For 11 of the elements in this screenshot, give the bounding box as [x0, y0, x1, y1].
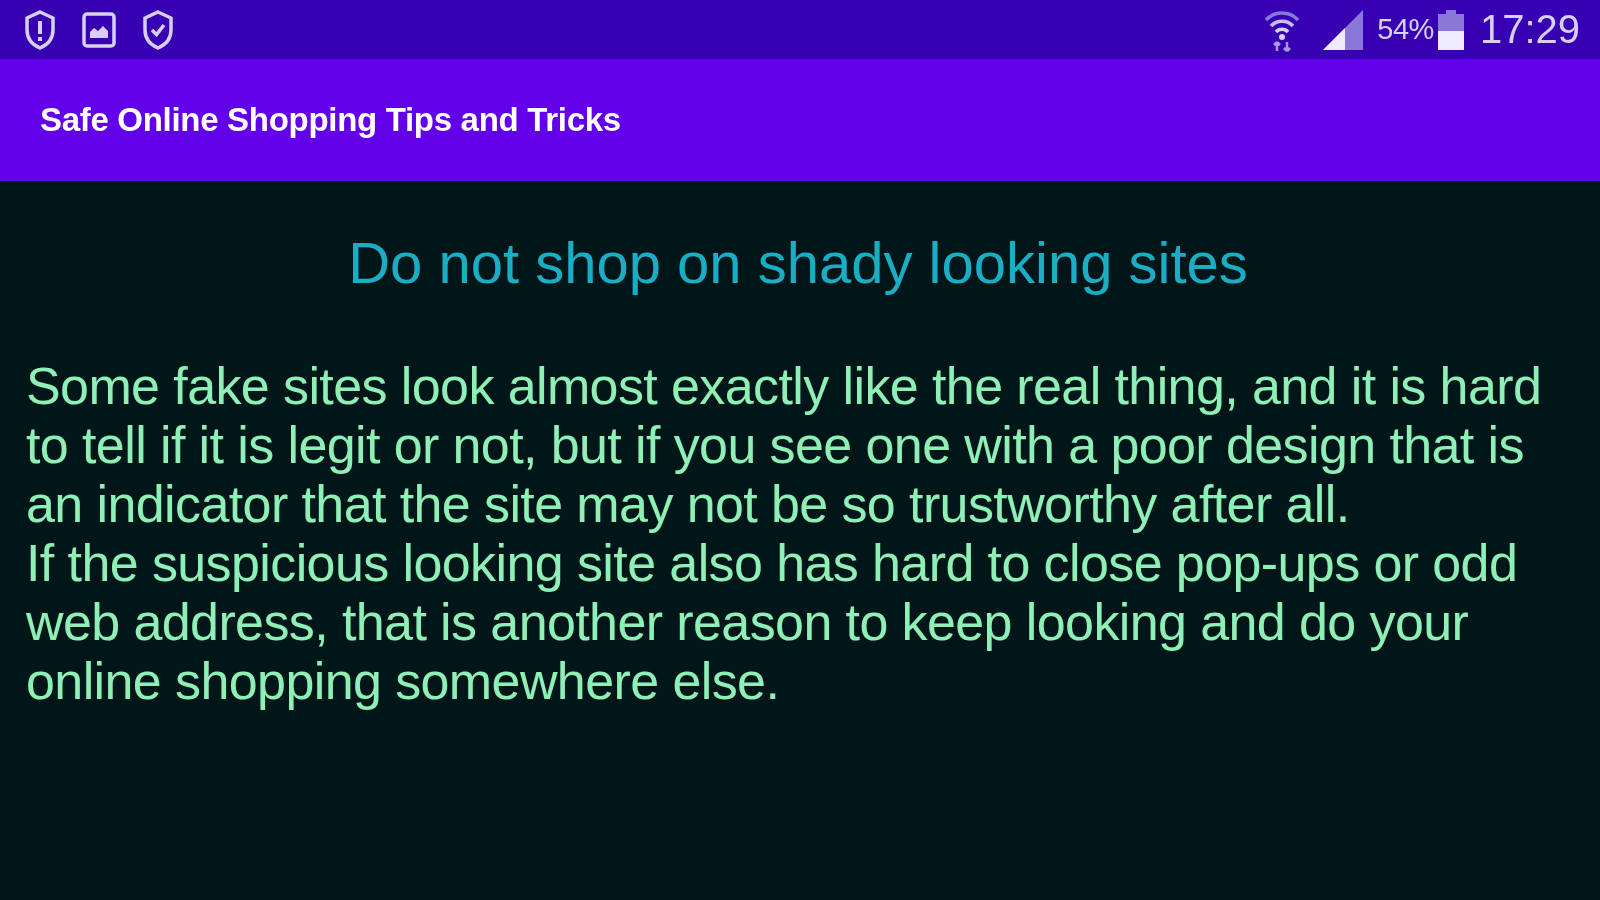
battery-percentage: 54% — [1377, 13, 1434, 46]
tip-paragraph: If the suspicious looking site also has hard to close pop-ups or odd web address, that is another reason to keep looking and do your online shopping somewhere else. — [26, 534, 1519, 711]
clock-time: 17:29 — [1479, 7, 1580, 52]
battery-icon — [1437, 9, 1464, 50]
app-title: Safe Online Shopping Tips and Tricks — [40, 101, 621, 139]
tip-heading: Do not shop on shady looking sites — [347, 229, 1249, 297]
signal-icon — [1323, 9, 1364, 50]
shield-alert-icon — [24, 9, 56, 50]
tip-paragraph: Some fake sites look almost exactly like the real thing, and it is hard to tell if it is legit or not, but if you see one with a poor design that is an indicator that the site may not be so trustworthy after all. — [26, 357, 1543, 534]
image-icon — [82, 11, 116, 48]
shield-check-icon — [142, 9, 174, 50]
